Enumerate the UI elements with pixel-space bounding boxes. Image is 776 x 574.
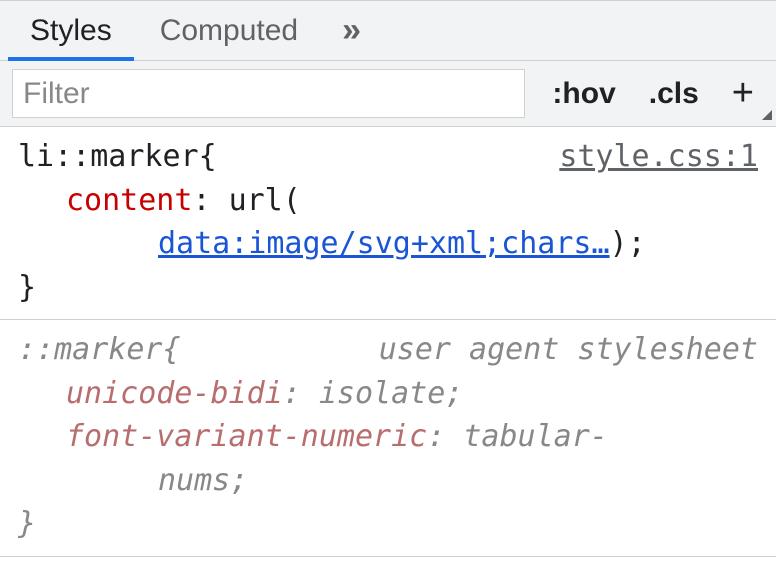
property-value-suffix: ); xyxy=(610,226,646,261)
style-rule-ua[interactable]: ::marker { user agent stylesheet unicode… xyxy=(0,320,776,557)
open-brace: { xyxy=(199,135,217,179)
property-value-line2: nums; xyxy=(158,463,248,498)
cls-toggle-button[interactable]: .cls xyxy=(632,61,715,126)
tab-styles[interactable]: Styles xyxy=(6,1,136,60)
selector-text: ::marker xyxy=(18,328,163,372)
cls-label: .cls xyxy=(649,77,699,111)
data-url-link[interactable]: data:image/svg+xml;chars… xyxy=(158,226,610,261)
new-style-rule-button[interactable]: + xyxy=(715,61,776,126)
source-ua-label: user agent stylesheet xyxy=(379,328,758,372)
declaration: unicode-bidi: isolate; xyxy=(18,372,758,416)
declaration-continuation: nums; xyxy=(18,459,758,503)
property-name: unicode-bidi xyxy=(66,376,283,411)
property-value-prefix: url( xyxy=(229,183,301,218)
hov-label: :hov xyxy=(552,77,615,111)
dropdown-corner-icon xyxy=(762,110,772,120)
close-brace: } xyxy=(18,266,758,310)
declaration-continuation: data:image/svg+xml;chars…); xyxy=(18,222,758,266)
filter-wrap xyxy=(0,61,535,126)
styles-panel: Styles Computed » :hov .cls + li::marker… xyxy=(0,0,776,574)
selector-line: li::marker { style.css:1 xyxy=(18,135,758,179)
style-rule[interactable]: li::marker { style.css:1 content: url( d… xyxy=(0,127,776,320)
selector-line: ::marker { user agent stylesheet xyxy=(18,328,758,372)
tab-bar: Styles Computed » xyxy=(0,1,776,61)
tab-label: Styles xyxy=(30,14,112,48)
property-value: isolate; xyxy=(319,376,464,411)
close-brace: } xyxy=(18,502,758,546)
rules-pane: li::marker { style.css:1 content: url( d… xyxy=(0,127,776,574)
tab-label: Computed xyxy=(160,14,298,48)
property-value-line1: tabular- xyxy=(463,419,608,454)
open-brace: { xyxy=(163,328,181,372)
selector-text[interactable]: li::marker xyxy=(18,135,199,179)
filter-input[interactable] xyxy=(12,69,525,118)
property-name: font-variant-numeric xyxy=(66,419,427,454)
declaration: font-variant-numeric: tabular- xyxy=(18,415,758,459)
hov-toggle-button[interactable]: :hov xyxy=(535,61,631,126)
declaration[interactable]: content: url( xyxy=(18,179,758,223)
styles-toolbar: :hov .cls + xyxy=(0,61,776,127)
chevron-double-right-icon: » xyxy=(342,11,363,49)
tabs-overflow-button[interactable]: » xyxy=(322,11,383,50)
property-name[interactable]: content xyxy=(66,183,192,218)
source-link[interactable]: style.css:1 xyxy=(559,135,758,179)
plus-icon: + xyxy=(732,72,754,115)
tab-computed[interactable]: Computed xyxy=(136,1,322,60)
